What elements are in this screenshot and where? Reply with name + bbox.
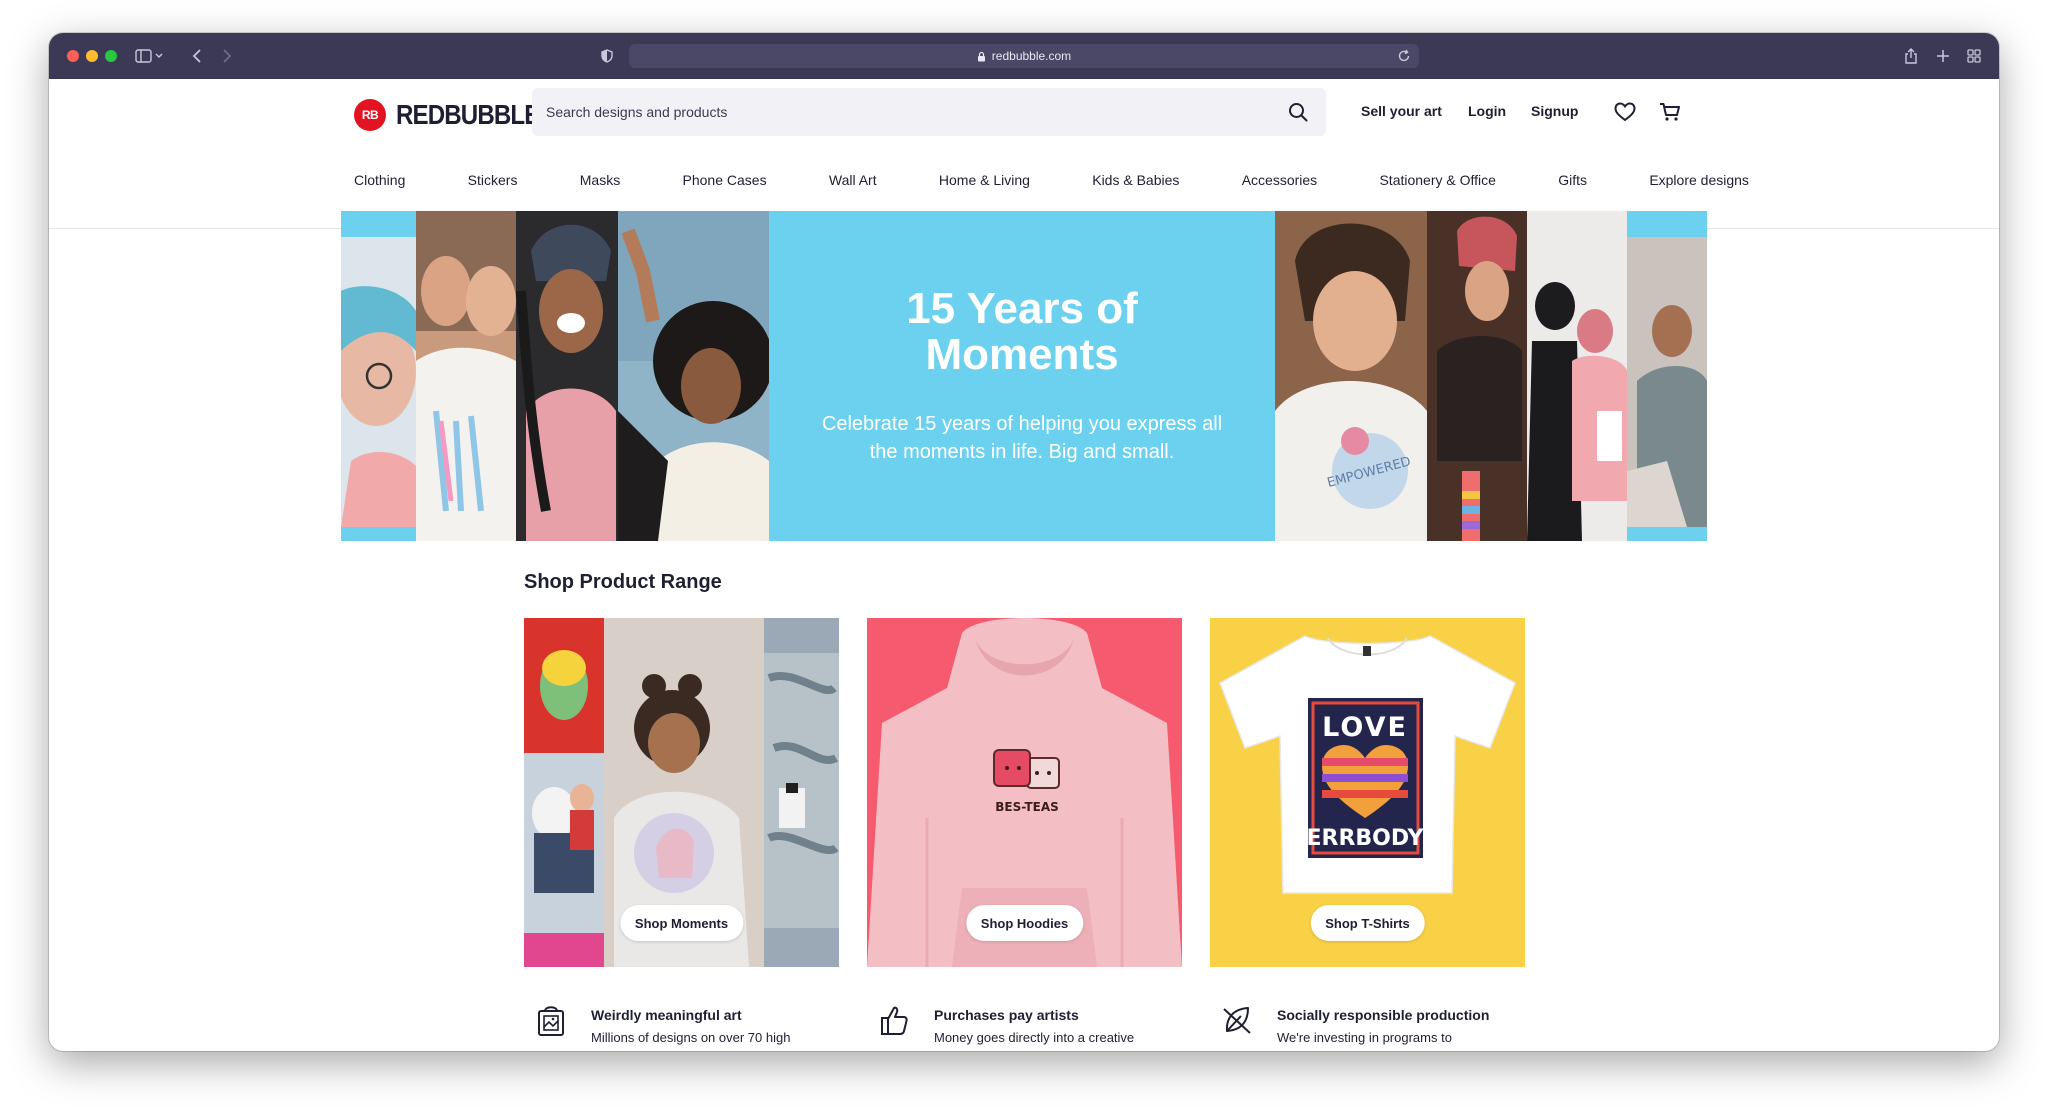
heart-icon[interactable] — [1612, 99, 1638, 125]
search-icon[interactable] — [1284, 98, 1312, 126]
nav-item-masks[interactable]: Masks — [580, 172, 620, 188]
hero-title: 15 Years of Moments — [906, 284, 1138, 379]
feature-responsible-production: Socially responsible production We're in… — [1210, 1001, 1510, 1051]
address-bar[interactable]: redbubble.com — [629, 44, 1419, 68]
logo-mark: RB — [354, 99, 386, 131]
search-input[interactable]: Search designs and products — [546, 104, 1284, 120]
search-bar[interactable]: Search designs and products — [532, 88, 1326, 136]
hero-banner[interactable]: 15 Years of Moments Celebrate 15 years o… — [341, 211, 1707, 541]
category-nav: Clothing Stickers Masks Phone Cases Wall… — [354, 161, 1749, 199]
feature-pay-artists: Purchases pay artists Money goes directl… — [867, 1001, 1167, 1051]
hero-photo-6 — [1427, 211, 1527, 541]
nav-item-gifts[interactable]: Gifts — [1558, 172, 1587, 188]
feature-text: Money goes directly into a creative — [934, 1030, 1135, 1045]
signup-link[interactable]: Signup — [1531, 103, 1578, 119]
lock-icon — [977, 51, 985, 61]
tab-overview-icon[interactable] — [1964, 44, 1984, 68]
nav-item-clothing[interactable]: Clothing — [354, 172, 405, 188]
bes-teas-text: BES-TEAS — [995, 800, 1059, 814]
hero-photo-5: EMPOWERED — [1275, 211, 1427, 541]
art-bag-icon — [538, 1006, 564, 1036]
logo-wordmark: REDBUBBLE — [396, 99, 540, 130]
url-text: redbubble.com — [991, 49, 1072, 63]
shop-moments-button[interactable]: Shop Moments — [619, 905, 744, 941]
feature-title: Purchases pay artists — [934, 1007, 1079, 1023]
hero-photo-8 — [1627, 211, 1707, 541]
product-card-moments[interactable]: Shop Moments — [524, 618, 839, 967]
nav-item-home-living[interactable]: Home & Living — [939, 172, 1030, 188]
sell-your-art-link[interactable]: Sell your art — [1361, 103, 1442, 119]
nav-item-stickers[interactable]: Stickers — [468, 172, 518, 188]
nav-item-kids-babies[interactable]: Kids & Babies — [1092, 172, 1179, 188]
nav-item-explore-designs[interactable]: Explore designs — [1649, 172, 1749, 188]
hero-content: 15 Years of Moments Celebrate 15 years o… — [769, 211, 1275, 541]
zoom-window-button[interactable] — [105, 50, 117, 62]
product-card-tshirts[interactable]: LOVE ERRBODY Shop T-Shirts — [1210, 618, 1525, 967]
thumbs-up-icon — [881, 1006, 908, 1035]
hero-photo-1 — [341, 211, 416, 541]
shop-tshirts-button[interactable]: Shop T-Shirts — [1310, 905, 1425, 941]
browser-toolbar: redbubble.com — [49, 33, 1999, 79]
errbody-text: ERRBODY — [1307, 826, 1425, 851]
privacy-shield-icon[interactable] — [597, 44, 617, 68]
feature-title: Socially responsible production — [1277, 1007, 1490, 1023]
new-tab-icon[interactable] — [1933, 44, 1953, 68]
site-header: RB REDBUBBLE Search designs and products… — [49, 79, 1999, 229]
cart-icon[interactable] — [1657, 99, 1683, 125]
sidebar-toggle-icon[interactable] — [133, 44, 167, 68]
nav-item-wall-art[interactable]: Wall Art — [829, 172, 877, 188]
love-text: LOVE — [1322, 712, 1408, 743]
reload-icon[interactable] — [1397, 49, 1411, 63]
login-link[interactable]: Login — [1468, 103, 1506, 119]
feature-meaningful-art: Weirdly meaningful art Millions of desig… — [524, 1001, 824, 1051]
share-icon[interactable] — [1901, 44, 1921, 68]
minimize-window-button[interactable] — [86, 50, 98, 62]
leaf-icon — [1223, 1007, 1251, 1034]
product-range-title: Shop Product Range — [524, 571, 722, 593]
hero-photo-3 — [516, 211, 618, 541]
feature-title: Weirdly meaningful art — [591, 1007, 742, 1023]
hero-subtitle: Celebrate 15 years of helping you expres… — [821, 413, 1223, 463]
hero-photo-2 — [416, 211, 516, 541]
feature-text: We're investing in programs to — [1277, 1030, 1452, 1045]
forward-icon[interactable] — [217, 44, 237, 68]
back-icon[interactable] — [187, 44, 207, 68]
shop-hoodies-button[interactable]: Shop Hoodies — [965, 905, 1084, 941]
hero-photo-7 — [1527, 211, 1627, 541]
close-window-button[interactable] — [67, 50, 79, 62]
nav-item-accessories[interactable]: Accessories — [1242, 172, 1317, 188]
nav-item-stationery-office[interactable]: Stationery & Office — [1379, 172, 1495, 188]
nav-item-phone-cases[interactable]: Phone Cases — [683, 172, 767, 188]
hero-photo-4 — [618, 211, 769, 541]
browser-window: redbubble.com RB REDBUBBLE Search design… — [49, 33, 1999, 1051]
product-card-hoodies[interactable]: BES-TEAS Shop Hoodies — [867, 618, 1182, 967]
feature-text: Millions of designs on over 70 high — [591, 1030, 791, 1045]
